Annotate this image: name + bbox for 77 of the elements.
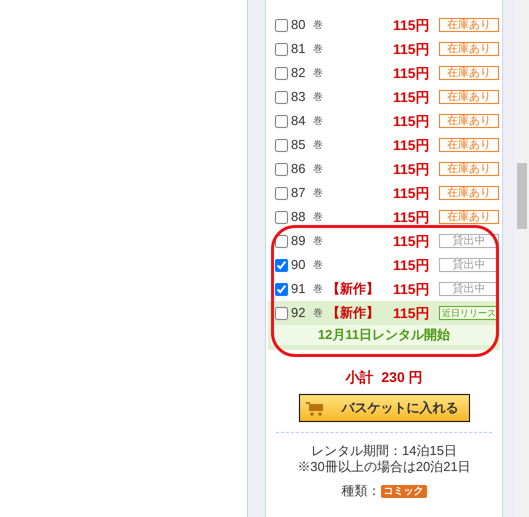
volume-checkbox[interactable] [275, 114, 288, 128]
basket-button[interactable]: バスケットに入れる [298, 394, 470, 422]
volume-number: 91 [291, 280, 306, 298]
volume-unit: 巻 [313, 234, 323, 248]
volume-checkbox[interactable] [275, 306, 288, 320]
volume-checkbox[interactable] [275, 162, 288, 176]
price: 115円 [393, 208, 431, 226]
price: 115円 [393, 88, 431, 106]
status-badge: 在庫あり [439, 138, 499, 152]
volume-unit: 巻 [313, 42, 323, 56]
volume-number: 88 [291, 208, 306, 226]
volume-unit: 巻 [313, 282, 323, 296]
volume-checkbox[interactable] [275, 186, 288, 200]
status-badge: 在庫あり [439, 162, 499, 176]
volume-unit: 巻 [313, 114, 323, 128]
subtotal-amount: 230 円 [381, 368, 423, 387]
scrollbar-thumb[interactable] [517, 163, 527, 229]
status-badge: 在庫あり [439, 66, 499, 80]
volume-checkbox[interactable] [275, 66, 288, 80]
volume-number: 89 [291, 232, 306, 250]
volume-unit: 巻 [313, 66, 323, 80]
volume-unit: 巻 [313, 90, 323, 104]
price: 115円 [393, 184, 431, 202]
volume-checkbox[interactable] [275, 138, 288, 152]
volume-number: 84 [291, 112, 306, 130]
price: 115円 [393, 136, 431, 154]
price: 115円 [393, 280, 431, 298]
status-badge: 在庫あり [439, 210, 499, 224]
volume-unit: 巻 [313, 258, 323, 272]
genre-label: 種類： [342, 483, 380, 499]
volume-checkbox[interactable] [275, 234, 288, 248]
volume-checkbox[interactable] [275, 282, 288, 296]
status-badge: 在庫あり [439, 186, 499, 200]
volume-checkbox[interactable] [275, 42, 288, 56]
status-badge: 貸出中 [439, 282, 499, 296]
volume-number: 82 [291, 64, 306, 82]
price: 115円 [393, 256, 431, 274]
price: 115円 [393, 40, 431, 58]
new-release-label: 【新作】 [327, 280, 379, 298]
rental-period: レンタル期間：14泊15日 [311, 443, 457, 459]
status-badge: 在庫あり [439, 90, 499, 104]
status-badge: 在庫あり [439, 42, 499, 56]
volume-unit: 巻 [313, 162, 323, 176]
price: 115円 [393, 160, 431, 178]
status-badge: 在庫あり [439, 18, 499, 32]
volume-checkbox[interactable] [275, 258, 288, 272]
volume-checkbox[interactable] [275, 18, 288, 32]
volume-unit: 巻 [313, 138, 323, 152]
status-badge: 在庫あり [439, 114, 499, 128]
volume-number: 90 [291, 256, 306, 274]
volume-unit: 巻 [313, 306, 323, 320]
genre-tag: コミック [380, 484, 426, 498]
volume-checkbox[interactable] [275, 210, 288, 224]
status-badge: 近日リリース [439, 306, 499, 320]
subtotal-label: 小計 [345, 368, 374, 387]
new-release-label: 【新作】 [327, 304, 379, 322]
status-badge: 貸出中 [439, 234, 499, 248]
price: 115円 [393, 232, 431, 250]
volume-checkbox[interactable] [275, 90, 288, 104]
volume-unit: 巻 [313, 18, 323, 32]
price: 115円 [393, 304, 431, 322]
price: 115円 [393, 64, 431, 82]
volume-number: 92 [291, 304, 306, 322]
volume-number: 86 [291, 160, 306, 178]
volume-unit: 巻 [313, 186, 323, 200]
volume-number: 87 [291, 184, 306, 202]
volume-number: 81 [291, 40, 306, 58]
rental-note: ※30冊以上の場合は20泊21日 [297, 459, 471, 475]
volume-unit: 巻 [313, 210, 323, 224]
price: 115円 [393, 112, 431, 130]
status-badge: 貸出中 [439, 258, 499, 272]
cart-icon [306, 400, 324, 416]
volume-number: 83 [291, 88, 306, 106]
volume-number: 80 [291, 16, 306, 34]
release-note: 12月11日レンタル開始 [271, 325, 497, 345]
price: 115円 [393, 16, 431, 34]
volume-number: 85 [291, 136, 306, 154]
